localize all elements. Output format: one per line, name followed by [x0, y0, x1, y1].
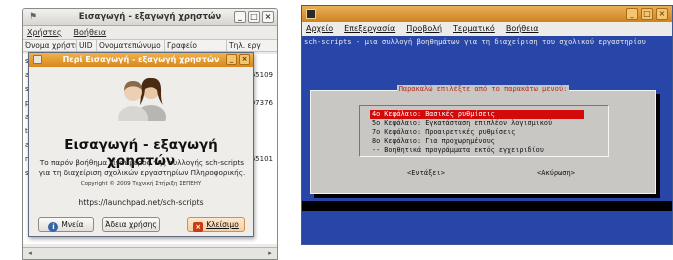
scroll-left-icon[interactable]: ◂	[25, 249, 35, 258]
description-line-1: Το παρόν βοήθημα είναι μέρος της συλλογή…	[39, 158, 245, 167]
column-work-phone[interactable]: Τηλ. εργ	[227, 40, 277, 51]
menu-view[interactable]: Προβολή	[406, 22, 442, 36]
terminal-menubar: Αρχείο Επεξεργασία Προβολή Τερματικό Βοή…	[302, 22, 672, 36]
copyright: Copyright © 2009 Τεχνική Στήριξη ΣΕΠΕΗΥ	[80, 181, 202, 187]
dialog-controls: _ ×	[226, 54, 250, 65]
license-button-label: Άδεια χρήσης	[105, 220, 157, 229]
users-logo-icon	[118, 77, 166, 121]
terminal-shadow-bar	[302, 201, 672, 211]
column-uid[interactable]: UID	[77, 40, 97, 51]
license-button[interactable]: Άδεια χρήσης	[102, 217, 160, 232]
menu-item-utilities[interactable]: -- Βοηθητικά προγράμματα εκτός εγχειριδί…	[370, 146, 584, 155]
close-button[interactable]: ×	[262, 11, 274, 23]
menu-file[interactable]: Αρχείο	[306, 22, 333, 36]
menu-item-chapter-4[interactable]: 4ο Κεφάλαιο: Βασικές ρυθμίσεις	[370, 110, 584, 119]
table-header: Όνομα χρήστη UID Ονοματεπώνυμο Γραφείο Τ…	[23, 39, 277, 52]
dialog-titlebar[interactable]: Περί Εισαγωγή - εξαγωγή χρηστών _ ×	[29, 53, 253, 67]
terminal-window-controls: _ □ ×	[626, 8, 668, 20]
terminal-minimize-button[interactable]: _	[626, 8, 638, 20]
scroll-right-icon[interactable]: ▸	[265, 249, 275, 258]
dialog-title: Περί Εισαγωγή - εξαγωγή χρηστών	[62, 55, 220, 64]
maximize-button[interactable]: □	[248, 11, 260, 23]
dialog-close-button[interactable]: ×	[239, 54, 250, 65]
menu-users[interactable]: Χρήστες	[27, 26, 62, 39]
close-button-label: Κλείσιμο	[206, 220, 239, 229]
menu-help[interactable]: Βοήθεια	[74, 26, 107, 39]
menu-item-chapter-8[interactable]: 8ο Κεφάλαιο: Για προχωρημένους	[370, 137, 584, 146]
website-link[interactable]: https://launchpad.net/sch-scripts	[29, 198, 253, 207]
menubar: Χρήστες Βοήθεια	[23, 26, 277, 39]
menu-dialog: Παρακαλώ επιλέξτε από το παρακάτω μενού:…	[310, 85, 656, 194]
horizontal-scrollbar[interactable]: ◂ ▸	[23, 247, 277, 259]
info-icon: i	[48, 222, 59, 232]
app-description: Το παρόν βοήθημα είναι μέρος της συλλογή…	[35, 158, 249, 178]
cancel-button[interactable]: <Ακύρωση>	[537, 169, 575, 177]
terminal-maximize-button[interactable]: □	[641, 8, 653, 20]
dialog-minimize-button[interactable]: _	[226, 54, 237, 65]
menu-help[interactable]: Βοήθεια	[506, 22, 539, 36]
column-fullname[interactable]: Ονοματεπώνυμο	[97, 40, 165, 51]
terminal-banner: sch-scripts - μια συλλογή βοηθημάτων για…	[304, 37, 646, 46]
terminal-close-button[interactable]: ×	[656, 8, 668, 20]
dialog-close-action-button[interactable]: × Κλείσιμο	[187, 217, 245, 232]
column-username[interactable]: Όνομα χρήστη	[23, 40, 77, 51]
terminal-titlebar[interactable]: _ □ ×	[302, 6, 672, 22]
close-icon: ×	[193, 222, 204, 232]
ok-button[interactable]: <Εντάξει>	[407, 169, 445, 177]
about-dialog: Περί Εισαγωγή - εξαγωγή χρηστών _ × Εισα…	[28, 52, 254, 237]
menu-item-chapter-5[interactable]: 5ο Κεφάλαιο: Εγκατάσταση επιπλέον λογισμ…	[370, 119, 584, 128]
terminal-window: _ □ × Αρχείο Επεξεργασία Προβολή Τερματι…	[301, 5, 673, 245]
menu-terminal[interactable]: Τερματικό	[453, 22, 495, 36]
credits-button[interactable]: i Μνεία	[38, 217, 94, 232]
terminal-icon	[306, 9, 316, 19]
window-controls: _ □ ×	[234, 11, 274, 23]
app-icon: ⚑	[28, 12, 38, 22]
menu-list: 4ο Κεφάλαιο: Βασικές ρυθμίσεις 5ο Κεφάλα…	[359, 105, 609, 157]
menu-dialog-title: Παρακαλώ επιλέξτε από το παρακάτω μενού:	[396, 85, 570, 93]
credits-button-label: Μνεία	[61, 220, 84, 229]
window-titlebar[interactable]: ⚑ Εισαγωγή - εξαγωγή χρηστών _ □ ×	[23, 9, 277, 26]
dialog-app-icon	[33, 55, 42, 64]
minimize-button[interactable]: _	[234, 11, 246, 23]
column-office[interactable]: Γραφείο	[165, 40, 227, 51]
menu-item-chapter-7[interactable]: 7ο Κεφάλαιο: Προαιρετικές ρυθμίσεις	[370, 128, 584, 137]
terminal-screen[interactable]: sch-scripts - μια συλλογή βοηθημάτων για…	[302, 36, 672, 244]
menu-edit[interactable]: Επεξεργασία	[344, 22, 395, 36]
description-line-2: για τη διαχείριση σχολικών εργαστηρίων Π…	[38, 168, 246, 177]
window-title: Εισαγωγή - εξαγωγή χρηστών	[78, 12, 222, 22]
